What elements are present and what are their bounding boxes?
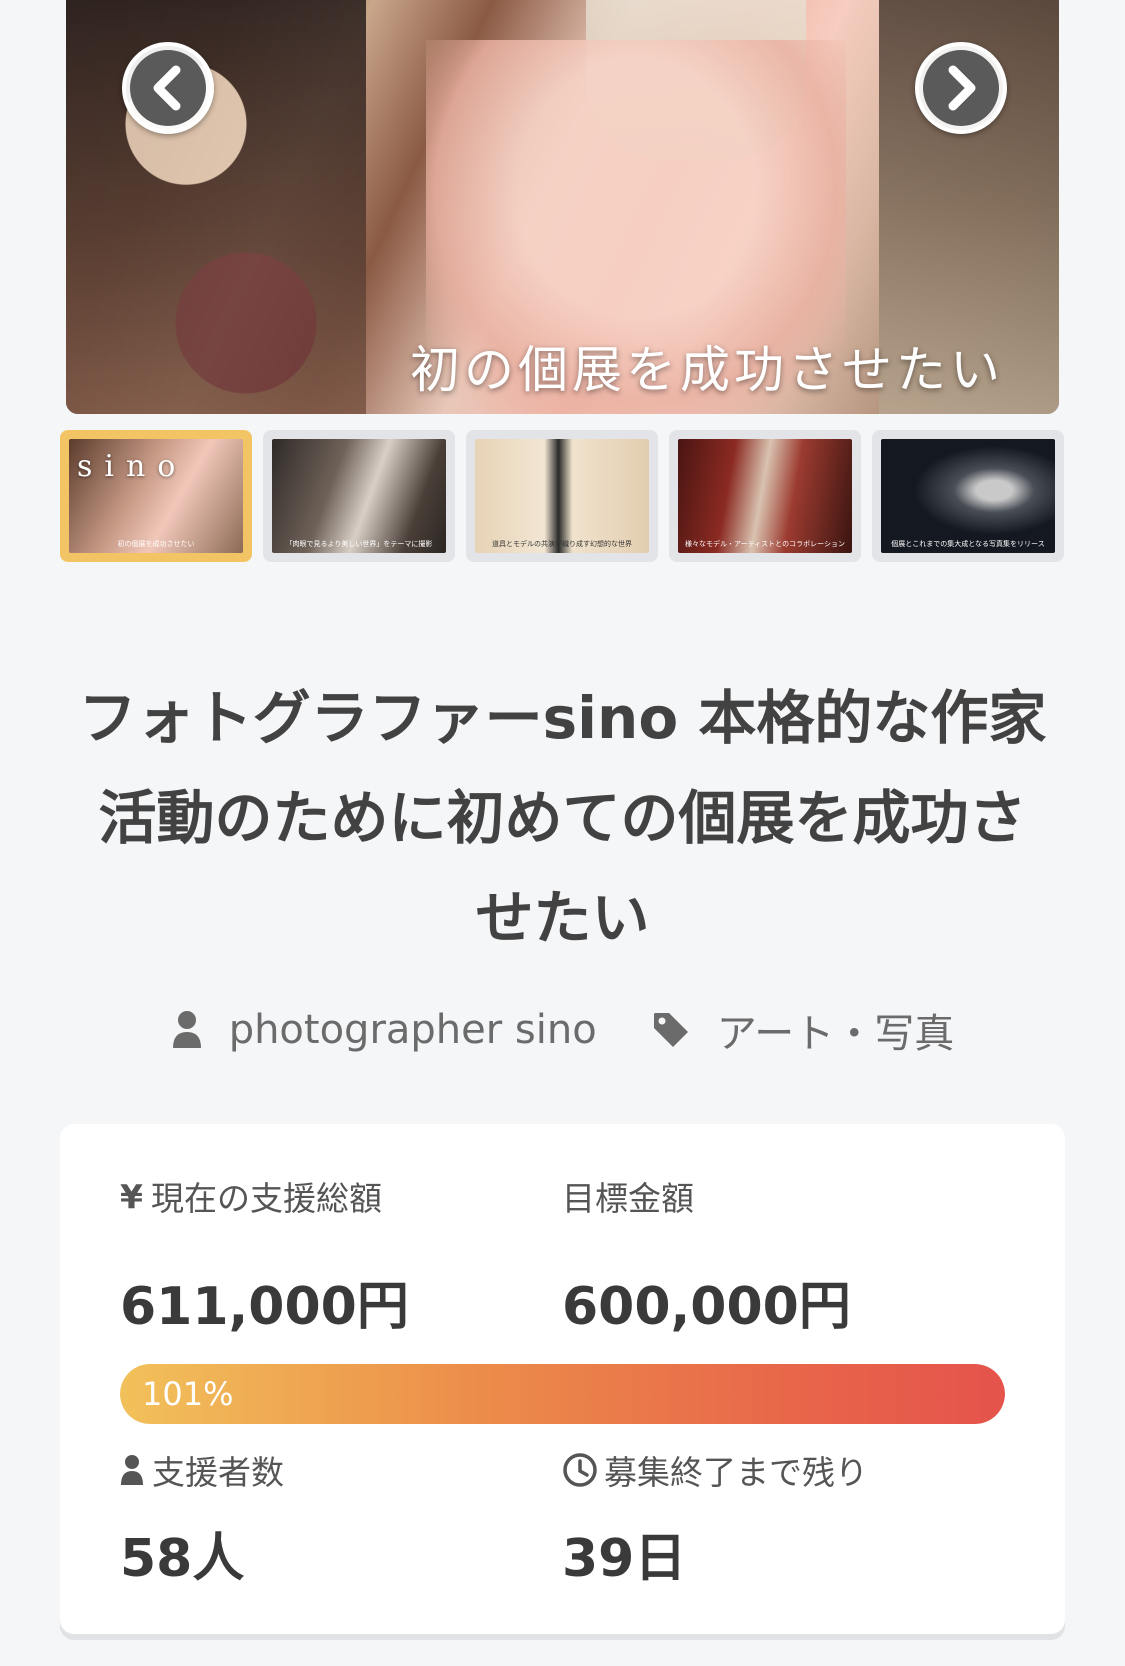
author-link[interactable]: photographer sino xyxy=(171,1007,597,1053)
goal-amount-label: 目標金額 xyxy=(562,1172,694,1220)
thumbnail-caption: 「肉眼で見るより美しい世界」をテーマに撮影 xyxy=(285,540,433,548)
user-icon xyxy=(120,1454,144,1486)
thumbnail-2[interactable]: 「肉眼で見るより美しい世界」をテーマに撮影 xyxy=(263,430,455,562)
thumbnail-image: 様々なモデル・アーティストとのコラボレーション xyxy=(678,439,852,553)
user-icon xyxy=(171,1010,203,1050)
category-link[interactable]: アート・写真 xyxy=(651,1001,955,1059)
thumbnail-logo: sino xyxy=(77,449,188,484)
clock-icon xyxy=(562,1452,598,1488)
thumbnail-caption: 道具とモデルの共演が織り成す幻想的な世界 xyxy=(492,540,632,548)
thumbnail-5[interactable]: 個展とこれまでの集大成となる写真集をリリース xyxy=(872,430,1064,562)
thumbnail-image: 道具とモデルの共演が織り成す幻想的な世界 xyxy=(475,439,649,553)
yen-icon: ¥ xyxy=(120,1176,143,1216)
carousel-prev-button[interactable] xyxy=(122,42,214,134)
hero-image-layer xyxy=(66,0,366,414)
project-title: フォトグラファーsino 本格的な作家活動のために初めての個展を成功させたい xyxy=(78,684,1047,952)
thumbnail-image: 個展とこれまでの集大成となる写真集をリリース xyxy=(881,439,1055,553)
thumbnail-3[interactable]: 道具とモデルの共演が織り成す幻想的な世界 xyxy=(466,430,658,562)
current-amount-label: ¥ 現在の支援総額 xyxy=(120,1172,382,1220)
thumbnail-image: 「肉眼で見るより美しい世界」をテーマに撮影 xyxy=(272,439,446,553)
author-name: photographer sino xyxy=(228,1007,597,1053)
thumbnail-4[interactable]: 様々なモデル・アーティストとのコラボレーション xyxy=(669,430,861,562)
thumbnail-caption: 個展とこれまでの集大成となる写真集をリリース xyxy=(891,540,1045,548)
current-amount-label-text: 現在の支援総額 xyxy=(150,1179,382,1218)
goal-amount-value: 600,000円 xyxy=(562,1277,851,1337)
funding-progress-bar: 101% xyxy=(120,1364,1005,1424)
thumbnail-caption: 初の個展を成功させたい xyxy=(117,540,195,548)
backers-label: 支援者数 xyxy=(120,1446,284,1494)
thumbnail-caption: 様々なモデル・アーティストとのコラボレーション xyxy=(685,540,845,548)
hero-caption: 初の個展を成功させたい xyxy=(410,341,1004,399)
category-name: アート・写真 xyxy=(716,1011,955,1057)
thumbnail-strip: sino 初の個展を成功させたい 「肉眼で見るより美しい世界」をテーマに撮影 道… xyxy=(60,430,1065,562)
backers-label-text: 支援者数 xyxy=(152,1453,284,1492)
carousel-next-button[interactable] xyxy=(915,42,1007,134)
current-amount-value: 611,000円 xyxy=(120,1277,409,1337)
project-page: 初の個展を成功させたい sino 初の個展を成功させたい 「肉眼で見るより美しい… xyxy=(0,0,1125,1666)
project-meta: photographer sino アート・写真 xyxy=(0,998,1125,1062)
remaining-label: 募集終了まで残り xyxy=(562,1446,868,1494)
progress-percent: 101% xyxy=(142,1375,234,1413)
remaining-value: 39日 xyxy=(562,1529,687,1589)
remaining-label-text: 募集終了まで残り xyxy=(604,1453,868,1492)
thumbnail-image: sino 初の個展を成功させたい xyxy=(69,439,243,553)
hero-carousel[interactable]: 初の個展を成功させたい xyxy=(66,0,1059,414)
thumbnail-1[interactable]: sino 初の個展を成功させたい xyxy=(60,430,252,562)
tag-icon xyxy=(651,1010,691,1050)
chevron-right-icon xyxy=(923,50,999,126)
goal-amount-label-text: 目標金額 xyxy=(562,1179,694,1218)
chevron-left-icon xyxy=(130,50,206,126)
progress-fill: 101% xyxy=(120,1364,1005,1424)
backers-value: 58人 xyxy=(120,1529,245,1589)
funding-stats-card: ¥ 現在の支援総額 611,000円 目標金額 600,000円 101% 支援… xyxy=(60,1124,1065,1634)
